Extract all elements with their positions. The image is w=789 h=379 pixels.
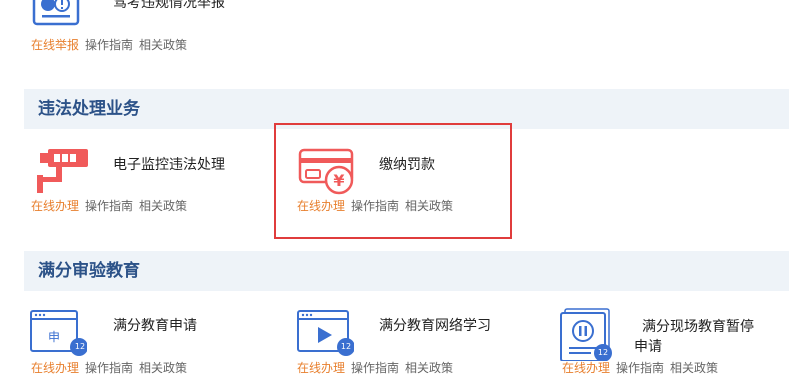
online-handle-link[interactable]: 在线办理 (31, 361, 79, 375)
online-handle-link[interactable]: 在线办理 (297, 199, 345, 213)
online-handle-link[interactable]: 在线办理 (297, 361, 345, 375)
electronic-monitoring-links: 在线办理 操作指南 相关政策 (31, 198, 193, 214)
section-title: 违法处理业务 (38, 99, 140, 119)
apply-icon-char: 申 (48, 330, 61, 344)
online-handle-link[interactable]: 在线办理 (562, 361, 610, 375)
report-title[interactable]: 驾考违规情况举报 (113, 0, 225, 12)
payment-card-yuan-icon: ¥ (297, 146, 357, 196)
education-apply-title[interactable]: 满分教育申请 (113, 317, 197, 335)
online-handle-link[interactable]: 在线办理 (31, 199, 79, 213)
online-report-link[interactable]: 在线举报 (31, 38, 79, 52)
surveillance-camera-icon (34, 147, 94, 195)
policy-link[interactable]: 相关政策 (139, 38, 187, 52)
guide-link[interactable]: 操作指南 (85, 199, 133, 213)
onsite-pause-title[interactable]: 满分现场教育暂停 申请 (634, 317, 754, 357)
guide-link[interactable]: 操作指南 (351, 361, 399, 375)
count-badge: 12 (597, 348, 609, 357)
section-title: 满分审验教育 (38, 261, 140, 281)
report-links: 在线举报 操作指南 相关政策 (31, 37, 193, 53)
policy-link[interactable]: 相关政策 (670, 361, 718, 375)
onsite-pause-links: 在线办理 操作指南 相关政策 (562, 360, 724, 376)
online-learning-links: 在线办理 操作指南 相关政策 (297, 360, 459, 376)
pay-fine-links: 在线办理 操作指南 相关政策 (297, 198, 459, 214)
guide-link[interactable]: 操作指南 (85, 38, 133, 52)
policy-link[interactable]: 相关政策 (405, 361, 453, 375)
electronic-monitoring-title[interactable]: 电子监控违法处理 (113, 156, 225, 174)
svg-text:¥: ¥ (333, 171, 344, 190)
guide-link[interactable]: 操作指南 (85, 361, 133, 375)
onsite-pause-title-line1: 满分现场教育暂停 (642, 319, 754, 335)
report-icon (32, 0, 80, 28)
count-badge: 12 (340, 342, 352, 351)
education-apply-links: 在线办理 操作指南 相关政策 (31, 360, 193, 376)
policy-link[interactable]: 相关政策 (139, 361, 187, 375)
policy-link[interactable]: 相关政策 (139, 199, 187, 213)
online-learning-title[interactable]: 满分教育网络学习 (379, 317, 491, 335)
guide-link[interactable]: 操作指南 (351, 199, 399, 213)
count-badge: 12 (74, 342, 86, 351)
section-header-education: 满分审验教育 (24, 251, 789, 291)
policy-link[interactable]: 相关政策 (405, 199, 453, 213)
guide-link[interactable]: 操作指南 (616, 361, 664, 375)
pay-fine-title[interactable]: 缴纳罚款 (379, 156, 435, 174)
onsite-pause-title-line2: 申请 (634, 339, 662, 355)
